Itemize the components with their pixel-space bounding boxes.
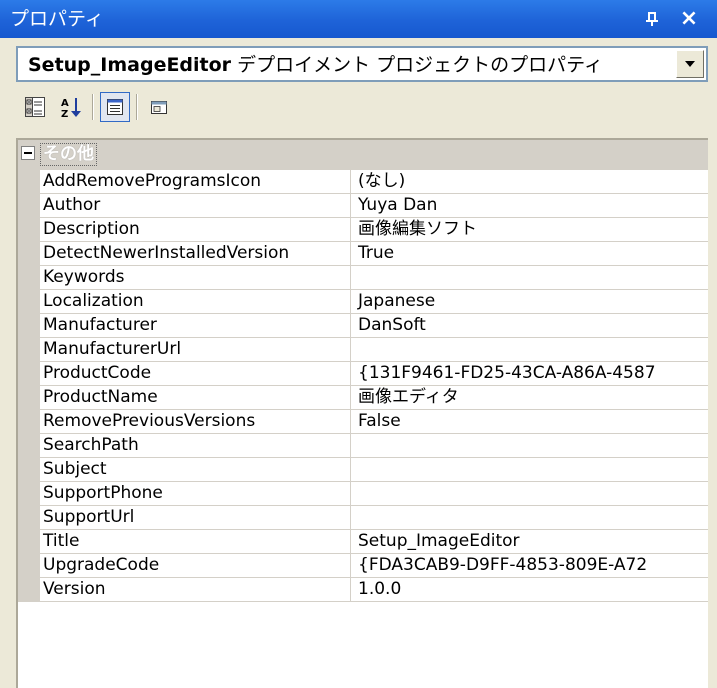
property-row[interactable]: Manufacturer DanSoft (18, 314, 708, 338)
row-gutter (18, 338, 40, 362)
property-name[interactable]: ManufacturerUrl (40, 338, 351, 362)
property-value[interactable] (351, 266, 708, 290)
property-value[interactable]: Japanese (351, 290, 708, 314)
property-value[interactable]: 画像エディタ (351, 386, 708, 410)
object-selector-text: Setup_ImageEditor デプロイメント プロジェクトのプロパティ (28, 52, 603, 78)
property-value[interactable] (351, 506, 708, 530)
category-label: その他 (40, 143, 97, 166)
property-pages-icon[interactable] (144, 92, 174, 122)
property-row[interactable]: RemovePreviousVersions False (18, 410, 708, 434)
property-name[interactable]: Version (40, 578, 351, 602)
toolbar-separator (136, 94, 138, 120)
properties-icon[interactable] (100, 92, 130, 122)
row-gutter (18, 290, 40, 314)
property-row[interactable]: SupportUrl (18, 506, 708, 530)
object-selector[interactable]: Setup_ImageEditor デプロイメント プロジェクトのプロパティ (16, 46, 708, 82)
sort-az-icon[interactable]: A Z (56, 92, 86, 122)
property-name[interactable]: SupportUrl (40, 506, 351, 530)
row-gutter (18, 410, 40, 434)
close-icon[interactable]: × (676, 7, 702, 31)
property-name[interactable]: ProductCode (40, 362, 351, 386)
categorized-icon[interactable] (20, 92, 50, 122)
property-row[interactable]: ProductName 画像エディタ (18, 386, 708, 410)
property-row[interactable]: ManufacturerUrl (18, 338, 708, 362)
property-row[interactable]: Subject (18, 458, 708, 482)
property-row[interactable]: Description 画像編集ソフト (18, 218, 708, 242)
property-name[interactable]: Keywords (40, 266, 351, 290)
property-value[interactable]: 画像編集ソフト (351, 218, 708, 242)
property-name[interactable]: UpgradeCode (40, 554, 351, 578)
property-name[interactable]: Author (40, 194, 351, 218)
property-row[interactable]: Version 1.0.0 (18, 578, 708, 602)
category-row[interactable]: その他 (18, 140, 708, 170)
row-gutter (18, 170, 40, 194)
property-name[interactable]: ProductName (40, 386, 351, 410)
property-value[interactable]: {131F9461-FD25-43CA-A86A-4587 (351, 362, 708, 386)
property-value[interactable] (351, 434, 708, 458)
window-title: プロパティ (10, 8, 104, 30)
property-name[interactable]: Subject (40, 458, 351, 482)
property-value[interactable]: {FDA3CAB9-D9FF-4853-809E-A72 (351, 554, 708, 578)
object-name: Setup_ImageEditor (28, 54, 232, 76)
row-gutter (18, 530, 40, 554)
row-gutter (18, 386, 40, 410)
property-row[interactable]: UpgradeCode {FDA3CAB9-D9FF-4853-809E-A72 (18, 554, 708, 578)
toolbar-separator (92, 94, 94, 120)
svg-text:Z: Z (61, 109, 68, 118)
property-name[interactable]: Manufacturer (40, 314, 351, 338)
object-type: デプロイメント プロジェクトのプロパティ (231, 54, 604, 76)
property-name[interactable]: SupportPhone (40, 482, 351, 506)
properties-window: プロパティ × Setup_ImageEditor デプロイメント プロジェクト… (0, 0, 717, 688)
property-value[interactable]: True (351, 242, 708, 266)
property-name[interactable]: DetectNewerInstalledVersion (40, 242, 351, 266)
row-gutter (18, 242, 40, 266)
property-name[interactable]: Description (40, 218, 351, 242)
property-value[interactable] (351, 458, 708, 482)
toolbar: A Z (16, 88, 708, 128)
property-row[interactable]: SearchPath (18, 434, 708, 458)
title-bar[interactable]: プロパティ × (0, 0, 717, 38)
property-row[interactable]: ProductCode {131F9461-FD25-43CA-A86A-4587 (18, 362, 708, 386)
property-row[interactable]: Localization Japanese (18, 290, 708, 314)
property-name[interactable]: AddRemoveProgramsIcon (40, 170, 351, 194)
row-gutter (18, 554, 40, 578)
row-gutter (18, 578, 40, 602)
property-name[interactable]: RemovePreviousVersions (40, 410, 351, 434)
property-value[interactable]: Yuya Dan (351, 194, 708, 218)
property-value[interactable]: False (351, 410, 708, 434)
property-row[interactable]: AddRemoveProgramsIcon (なし) (18, 170, 708, 194)
property-row[interactable]: Title Setup_ImageEditor (18, 530, 708, 554)
property-rows: AddRemoveProgramsIcon (なし) Author Yuya Dan D… (18, 170, 708, 602)
row-gutter (18, 458, 40, 482)
row-gutter (18, 314, 40, 338)
row-gutter (18, 362, 40, 386)
property-name[interactable]: Localization (40, 290, 351, 314)
property-value[interactable] (351, 482, 708, 506)
property-row[interactable]: Keywords (18, 266, 708, 290)
property-row[interactable]: DetectNewerInstalledVersion True (18, 242, 708, 266)
row-gutter (18, 434, 40, 458)
property-row[interactable]: Author Yuya Dan (18, 194, 708, 218)
row-gutter (18, 218, 40, 242)
property-row[interactable]: SupportPhone (18, 482, 708, 506)
chevron-down-icon[interactable] (676, 50, 704, 78)
svg-text:A: A (61, 98, 69, 109)
row-gutter (18, 506, 40, 530)
row-gutter (18, 194, 40, 218)
property-value[interactable]: Setup_ImageEditor (351, 530, 708, 554)
row-gutter (18, 482, 40, 506)
row-gutter (18, 266, 40, 290)
property-value[interactable] (351, 338, 708, 362)
property-name[interactable]: SearchPath (40, 434, 351, 458)
collapse-icon[interactable] (21, 146, 35, 160)
pin-icon[interactable] (640, 8, 664, 30)
property-name[interactable]: Title (40, 530, 351, 554)
property-value[interactable]: DanSoft (351, 314, 708, 338)
property-value[interactable]: 1.0.0 (351, 578, 708, 602)
property-grid: その他 AddRemoveProgramsIcon (なし) Author Yuya … (16, 138, 708, 688)
property-value[interactable]: (なし) (351, 170, 708, 194)
